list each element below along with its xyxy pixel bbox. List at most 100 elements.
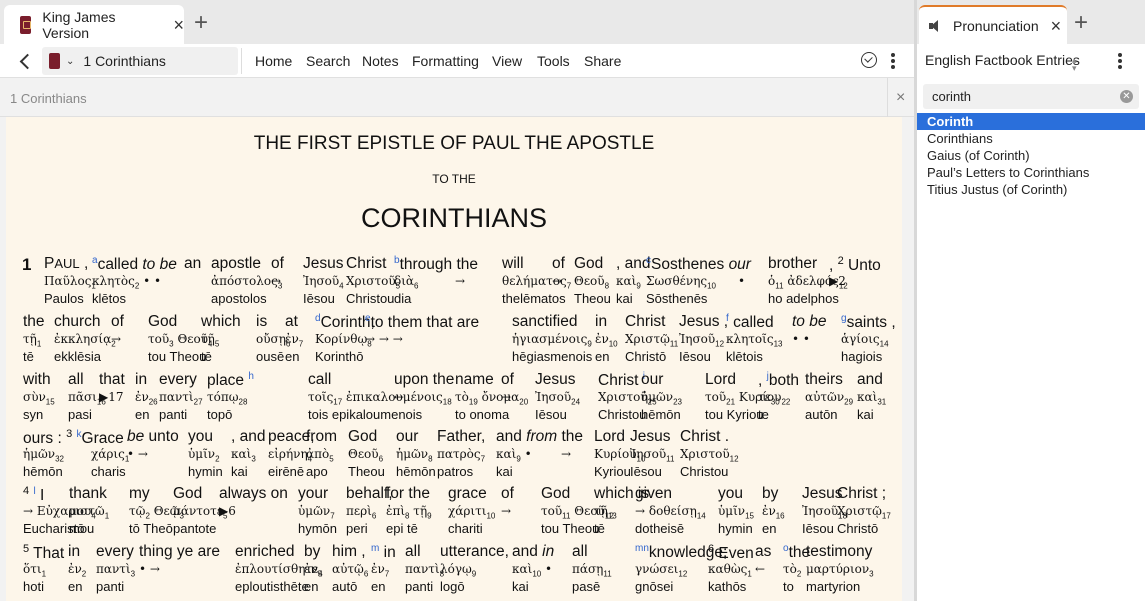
english-word[interactable]: God [148,313,177,331]
english-word[interactable]: at [285,313,298,331]
greek-word[interactable]: καθὼς1 [708,562,752,578]
greek-word[interactable]: Χριστοῦ12 [680,447,739,463]
english-word[interactable]: , and [231,428,265,446]
english-word[interactable]: him , [332,543,366,561]
english-word[interactable]: you [188,428,213,446]
clear-search-icon[interactable]: × [896,89,905,107]
english-word[interactable]: God [541,485,570,503]
greek-word[interactable]: ← [755,562,765,576]
factbook-search[interactable]: corinth ✕ [923,84,1139,109]
greek-word[interactable]: περὶ6 [346,504,376,520]
greek-word[interactable]: καὶ9 [616,274,641,290]
greek-word[interactable]: καὶ31 [857,390,886,406]
greek-word[interactable]: ὑμῶν7 [298,504,335,520]
greek-word[interactable]: → [501,504,511,518]
english-word[interactable]: my [129,485,150,503]
greek-word[interactable]: τὸ2 [783,562,801,578]
english-word[interactable]: enriched [235,543,294,561]
english-word[interactable]: given [635,485,672,503]
greek-word[interactable]: τοῖς17 ἐπικαλουμένοις18 [308,390,452,406]
english-word[interactable]: eto them that are [365,313,479,332]
menu-share[interactable]: Share [584,53,621,69]
greek-word[interactable]: τὸ19 ὄνομα20 [455,390,528,406]
english-word[interactable]: will [502,255,524,273]
greek-word[interactable]: ▶2 [829,274,846,288]
greek-word[interactable]: Σωσθένης10 [646,274,716,290]
english-word[interactable]: and from the [496,428,583,446]
greek-word[interactable]: → [552,274,562,288]
greek-word[interactable]: Ἰησοῦ11 [630,447,674,463]
greek-word[interactable]: κλητὸς2 • • [92,274,161,290]
greek-word[interactable]: → [111,332,121,346]
greek-word[interactable]: ἐπὶ8 τῇ9 [386,504,432,520]
english-word[interactable]: sanctified [512,313,577,331]
english-word[interactable]: of [552,255,565,273]
menu-formatting[interactable]: Formatting [412,53,479,69]
more-options-icon[interactable] [1118,53,1122,69]
greek-word[interactable]: ἡμῶν32 [23,447,64,463]
english-word[interactable]: of [271,255,284,273]
english-word[interactable]: and in [512,543,554,561]
english-word[interactable]: grace [448,485,487,503]
greek-word[interactable]: καὶ9 • [496,447,532,463]
greek-word[interactable]: τῇ1 [23,332,41,348]
english-word[interactable]: the [23,313,45,331]
english-word[interactable]: in [68,543,80,561]
menu-view[interactable]: View [492,53,522,69]
english-word[interactable]: Christ [625,313,665,331]
english-word[interactable]: , 2 Unto [829,255,881,275]
menu-notes[interactable]: Notes [362,53,399,69]
english-word[interactable]: all [572,543,588,561]
greek-word[interactable]: Ἰησοῦ4 [303,274,344,290]
greek-word[interactable]: γνώσει12 [635,562,687,578]
greek-word[interactable]: λόγῳ9 [440,562,476,578]
english-word[interactable]: from [306,428,337,446]
greek-word[interactable]: • [738,274,745,288]
tab-pronunciation[interactable]: Pronunciation × [919,5,1067,44]
english-word[interactable]: testimony [806,543,872,561]
english-word[interactable]: Lord [594,428,625,446]
greek-word[interactable]: ἀπὸ5 [306,447,334,463]
greek-word[interactable]: Χριστοῦ5 [346,274,400,290]
greek-word[interactable]: ἡμῶν23 [641,390,682,406]
english-word[interactable]: call [308,371,331,389]
english-word[interactable]: by [304,543,320,561]
greek-word[interactable]: μου4 [69,504,96,520]
english-word[interactable]: our [396,428,418,446]
greek-word[interactable]: ἐν7 [285,332,303,348]
english-word[interactable]: Father, [437,428,485,446]
greek-word[interactable]: ἐν26 [135,390,158,406]
english-word[interactable]: 4 l I [23,485,44,505]
english-word[interactable]: as [755,543,771,561]
greek-word[interactable]: μαρτύριον3 [806,562,874,578]
english-word[interactable]: be unto [127,428,179,446]
greek-word[interactable]: ἡγιασμένοις9 [512,332,592,348]
greek-word[interactable]: ἐν7 [371,562,389,578]
english-word[interactable]: theirs [805,371,843,389]
english-word[interactable]: of [501,371,514,389]
english-word[interactable]: and [857,371,883,389]
english-word[interactable]: Lord [705,371,736,389]
english-word[interactable]: your [298,485,328,503]
reference-picker[interactable]: ⌄ 1 Corinthians [42,47,238,75]
english-word[interactable]: Jesus [630,428,671,446]
more-options-icon[interactable] [891,53,895,69]
english-word[interactable]: all [405,543,421,561]
english-word[interactable]: Jesus , [679,313,728,331]
english-word[interactable]: 6 Even [708,543,754,563]
english-word[interactable]: ours : 3 kGrace [23,428,124,448]
greek-word[interactable]: → [501,390,511,404]
english-word[interactable]: brother [768,255,817,273]
factbook-title[interactable]: English Factbook Entries [925,52,1080,68]
menu-home[interactable]: Home [255,53,292,69]
english-word[interactable]: 5 That [23,543,64,563]
greek-word[interactable]: πατρὸς7 [437,447,485,463]
english-word[interactable]: by [762,485,778,503]
english-word[interactable]: 1 [22,255,31,275]
result-corinthians[interactable]: Corinthians [917,130,1145,147]
english-word[interactable]: Jesus [303,255,344,273]
greek-word[interactable]: Χριστῷ11 [625,332,678,348]
greek-word[interactable]: → δοθείσῃ14 [635,504,706,520]
menu-search[interactable]: Search [306,53,350,69]
greek-word[interactable]: ἐν16 [762,504,785,520]
